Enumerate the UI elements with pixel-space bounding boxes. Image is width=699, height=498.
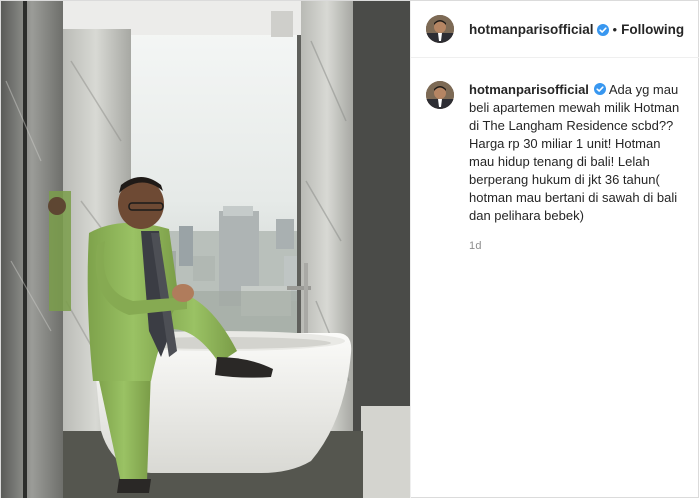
caption-username[interactable]: hotmanparisofficial (469, 82, 589, 97)
instagram-post: hotmanparisofficial • Following hotmanpa… (0, 0, 699, 498)
caption-avatar[interactable] (426, 81, 454, 109)
avatar-image (426, 81, 454, 109)
caption-comment: hotmanparisofficial Ada yg mau beli apar… (426, 81, 688, 255)
caption-body: hotmanparisofficial Ada yg mau beli apar… (469, 81, 688, 255)
post-photo[interactable] (1, 1, 410, 498)
caption-text-line: mau hidup tenang di bali! Lelah (469, 154, 650, 169)
caption-text-line: berperang hukum di jkt 36 tahun( (469, 172, 660, 187)
caption-text-line: Harga rp 30 miliar 1 unit! Hotman (469, 136, 661, 151)
following-button[interactable]: Following (621, 22, 684, 37)
caption-text-line: hotman mau bertani di sawah di bali (469, 190, 678, 205)
bathroom-photo-image (1, 1, 410, 498)
caption-text-line: Ada yg mau (608, 82, 679, 97)
header-separator: • (612, 21, 618, 37)
post-side-panel: hotmanparisofficial • Following hotmanpa… (410, 1, 699, 498)
verified-badge-icon (593, 83, 606, 95)
verified-badge-icon (596, 24, 609, 36)
header-username[interactable]: hotmanparisofficial (469, 22, 594, 37)
caption-text-line: di The Langham Residence scbd?? (469, 118, 674, 133)
caption-text-line: beli apartemen mewah milik Hotman (469, 100, 680, 115)
avatar[interactable] (426, 15, 454, 43)
post-header: hotmanparisofficial • Following (411, 1, 699, 58)
post-timestamp[interactable]: 1d (469, 237, 688, 255)
caption-text-line: dan pelihara bebek) (469, 208, 584, 223)
avatar-image (426, 15, 454, 43)
